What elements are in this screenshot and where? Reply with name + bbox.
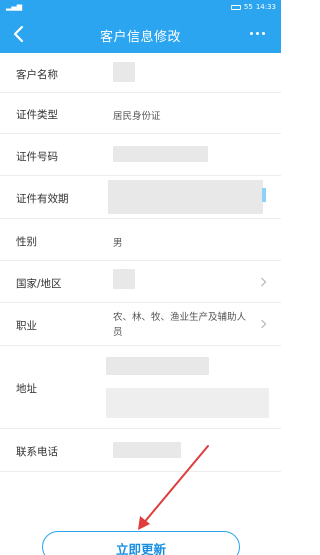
address-line2-redacted <box>106 388 269 418</box>
id-type-label: 证件类型 <box>16 109 58 121</box>
row-gender: 性别 男 <box>0 219 281 261</box>
row-address[interactable]: 地址 <box>0 346 281 429</box>
id-validity-label: 证件有效期 <box>16 193 69 205</box>
signal-indicator: ▂▄▆ <box>6 3 23 11</box>
address-line1-redacted <box>106 357 209 375</box>
customer-info-edit-page: ▂▄▆ 55 14:33 客户信息修改 客户名称 证件类型 居民身份证 证件号码… <box>0 0 281 555</box>
row-id-type: 证件类型 居民身份证 <box>0 93 281 134</box>
more-options-icon[interactable] <box>250 32 265 35</box>
row-occupation[interactable]: 职业 农、林、牧、渔业生产及辅助人员 <box>0 303 281 346</box>
address-label: 地址 <box>16 383 37 395</box>
clock: 14:33 <box>255 3 276 11</box>
customer-name-label: 客户名称 <box>16 69 58 81</box>
chevron-right-icon <box>261 277 267 287</box>
page-title: 客户信息修改 <box>99 30 181 45</box>
battery-level: 55 <box>243 3 253 11</box>
calendar-edge-icon <box>262 188 266 202</box>
country-value-redacted <box>113 269 135 289</box>
battery-icon <box>230 4 241 10</box>
occupation-value: 农、林、牧、渔业生产及辅助人员 <box>113 312 247 338</box>
gender-value: 男 <box>113 238 123 249</box>
chevron-right-icon <box>261 319 267 329</box>
row-id-validity[interactable]: 证件有效期 <box>0 176 281 219</box>
row-customer-name: 客户名称 <box>0 53 281 93</box>
status-right: 55 14:33 <box>230 3 276 11</box>
id-number-value-redacted <box>113 146 208 162</box>
row-country[interactable]: 国家/地区 <box>0 261 281 303</box>
row-phone: 联系电话 <box>0 429 281 472</box>
id-number-label: 证件号码 <box>16 151 58 163</box>
gender-label: 性别 <box>16 236 37 248</box>
update-now-button[interactable]: 立即更新 <box>42 531 240 555</box>
customer-name-value-redacted <box>113 62 135 82</box>
row-id-number: 证件号码 <box>0 134 281 176</box>
status-bar: ▂▄▆ 55 14:33 <box>0 0 281 16</box>
id-type-value: 居民身份证 <box>113 111 161 122</box>
occupation-label: 职业 <box>16 320 37 332</box>
phone-label: 联系电话 <box>16 446 58 458</box>
top-nav-bar: 客户信息修改 <box>0 16 281 53</box>
phone-value-redacted <box>113 442 181 458</box>
id-validity-value-redacted[interactable] <box>108 180 263 214</box>
country-label: 国家/地区 <box>16 278 62 290</box>
